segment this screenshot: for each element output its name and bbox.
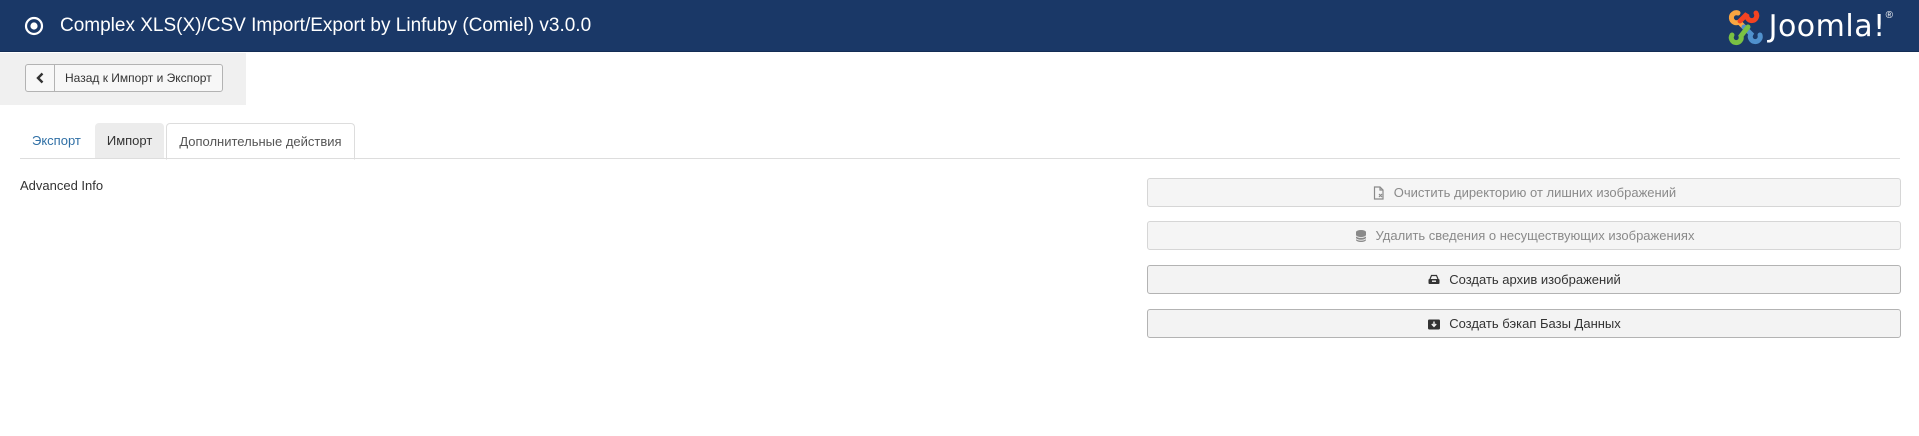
joomla-mark-icon (1728, 10, 1763, 46)
joomla-wordmark: Joomla! (1768, 9, 1886, 44)
tab-import[interactable]: Импорт (94, 123, 165, 159)
create-database-backup-label: Создать бэкап Базы Данных (1449, 316, 1621, 331)
create-images-archive-button[interactable]: Создать архив изображений (1147, 265, 1901, 294)
joomla-registered-mark: ® (1885, 9, 1893, 21)
file-clean-icon (1372, 185, 1386, 200)
tab-divider (20, 158, 1900, 159)
backup-download-icon (1427, 317, 1441, 331)
toolbar: Назад к Импорт и Экспорт (0, 53, 246, 105)
back-button-label: Назад к Импорт и Экспорт (65, 71, 212, 85)
archive-icon (1427, 273, 1441, 287)
create-images-archive-label: Создать архив изображений (1449, 272, 1621, 287)
database-icon (1354, 229, 1368, 243)
delete-missing-images-label: Удалить сведения о несуществующих изобра… (1375, 228, 1695, 243)
clean-images-directory-button[interactable]: Очистить директорию от лишних изображени… (1147, 178, 1901, 207)
tab-bar: Экспорт Импорт Дополнительные действия (20, 123, 357, 160)
create-database-backup-button[interactable]: Создать бэкап Базы Данных (1147, 309, 1901, 338)
page-title: Complex XLS(X)/CSV Import/Export by Linf… (60, 15, 592, 36)
tab-export[interactable]: Экспорт (20, 123, 93, 159)
back-to-import-export-button[interactable]: Назад к Импорт и Экспорт (25, 64, 223, 92)
joomla-logo: Joomla! ® (1726, 7, 1893, 47)
radio-target-icon (24, 16, 44, 36)
tab-additional-actions[interactable]: Дополнительные действия (166, 123, 355, 160)
chevron-left-icon (26, 65, 55, 91)
delete-missing-images-info-button[interactable]: Удалить сведения о несуществующих изобра… (1147, 221, 1901, 250)
clean-images-label: Очистить директорию от лишних изображени… (1393, 185, 1677, 200)
advanced-info-label: Advanced Info (20, 178, 104, 193)
header-bar: Complex XLS(X)/CSV Import/Export by Linf… (0, 0, 1919, 52)
